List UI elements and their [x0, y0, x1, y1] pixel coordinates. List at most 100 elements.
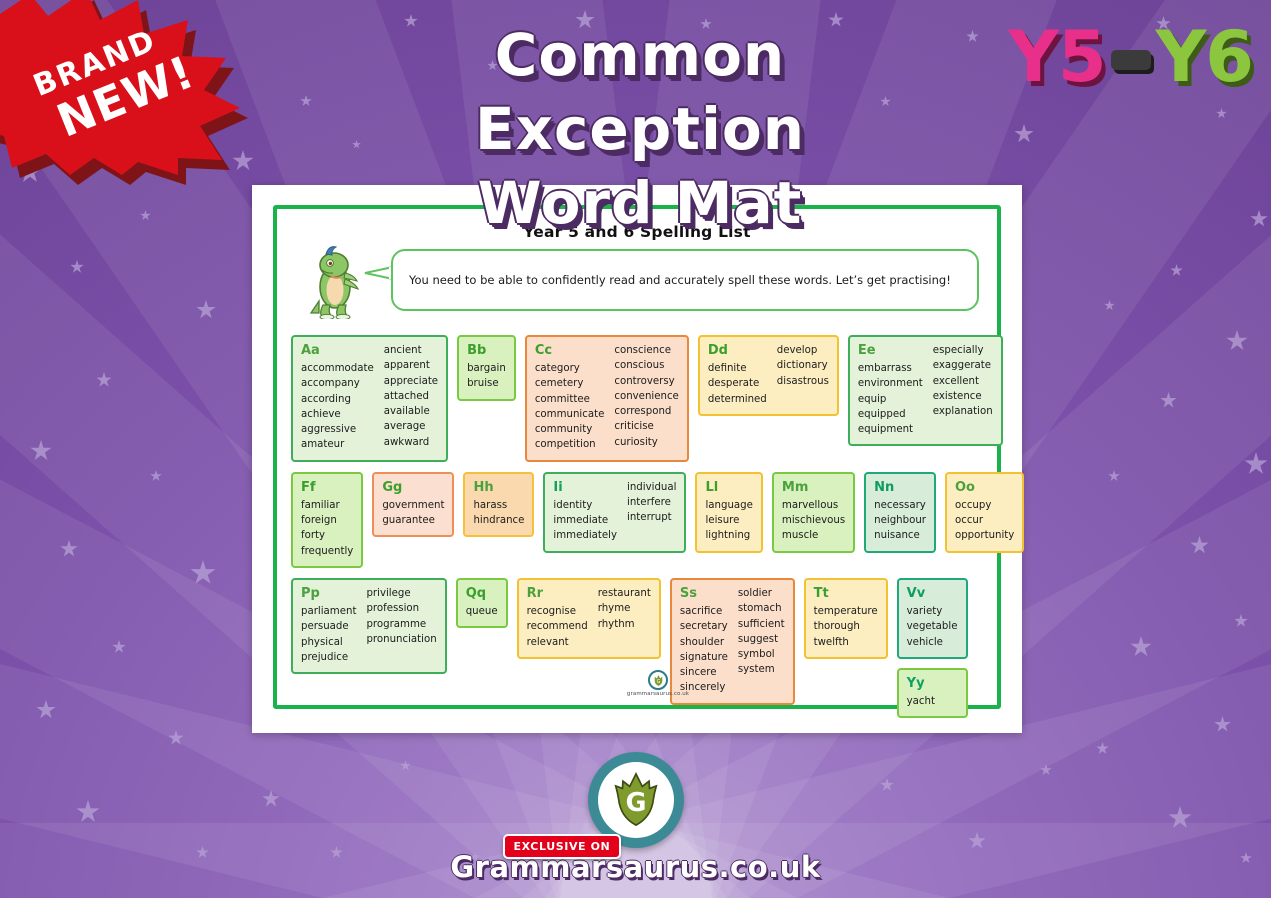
- word-item: occur: [954, 515, 984, 527]
- letter-box-hh[interactable]: Hh harass hindrance: [463, 471, 535, 538]
- brand-new-badge: BRAND NEW!: [0, 0, 248, 185]
- word-item: especially: [932, 345, 984, 356]
- word-item: community: [534, 424, 593, 436]
- letter-box-tt[interactable]: Tt temperature thorough twelfth: [803, 577, 888, 659]
- word-item: ancient: [383, 345, 422, 356]
- word-item: neighbour: [874, 515, 926, 527]
- dinosaur-mascot-icon: [309, 246, 360, 319]
- word-item: correspond: [614, 406, 672, 418]
- letter-box-ii[interactable]: Ii identity immediate immediately individual…: [543, 471, 687, 553]
- word-item: leisure: [705, 515, 740, 527]
- word-column-2: especially exaggerate excellent existence ex…: [933, 343, 993, 437]
- year-badge-left: Y5: [1008, 16, 1106, 98]
- word-item: individual: [627, 481, 677, 493]
- word-item: privilege: [366, 587, 411, 599]
- word-item: recommend: [526, 621, 588, 633]
- letter-heading: Ff: [301, 479, 316, 495]
- letter-box-aa[interactable]: Aa accommodate accompany according achieve ag…: [291, 335, 449, 462]
- grammarsaurus-logo-icon: G: [648, 670, 668, 690]
- word-item: dictionary: [776, 360, 828, 372]
- letter-heading: Cc: [534, 343, 553, 358]
- word-item: necessary: [874, 499, 926, 511]
- word-item: marvellous: [781, 499, 839, 511]
- svg-text:G: G: [625, 787, 646, 817]
- word-item: yacht: [906, 695, 935, 707]
- letter-box-ee[interactable]: Ee embarrass environment equip equipped equip…: [847, 335, 1003, 447]
- word-item: recognise: [526, 605, 577, 617]
- footer-brand-row: EXCLUSIVE ON Grammarsaurus.co.uk: [0, 834, 1271, 884]
- word-item: average: [383, 421, 426, 433]
- word-column-2: conscience conscious controversy convenienc…: [614, 343, 678, 453]
- intro-row: You need to be able to confidently read …: [295, 246, 979, 321]
- inner-watermark-text: grammarsaurus.co.uk: [626, 691, 690, 697]
- exclusive-on-badge: EXCLUSIVE ON: [502, 834, 622, 859]
- letter-box-cc[interactable]: Cc category cemetery committee communicate co…: [524, 335, 689, 462]
- word-item: nuisance: [874, 530, 920, 542]
- word-item: accompany: [301, 378, 360, 390]
- word-item: hindrance: [473, 515, 525, 527]
- word-item: bruise: [467, 378, 499, 390]
- word-item: guarantee: [382, 515, 435, 527]
- word-item: queue: [465, 605, 498, 617]
- word-item: excellent: [932, 375, 979, 387]
- word-item: physical: [301, 636, 343, 648]
- word-item: apparent: [383, 360, 430, 372]
- letter-heading: Ii: [553, 479, 563, 495]
- letter-heading: Hh: [473, 479, 494, 495]
- letter-heading: Oo: [954, 479, 975, 495]
- word-column-2: restaurant rhyme rhythm: [598, 586, 651, 650]
- letter-heading: Pp: [301, 585, 320, 601]
- word-item: curiosity: [614, 436, 658, 448]
- letter-box-rr[interactable]: Rr recognise recommend relevant restaurant rh…: [516, 577, 661, 659]
- word-item: lightning: [705, 530, 751, 542]
- word-item: forty: [301, 530, 326, 542]
- letter-box-gg[interactable]: Gg government guarantee: [372, 471, 455, 538]
- letter-box-dd[interactable]: Dd definite desperate determined develop dict…: [697, 335, 839, 416]
- logo-inner-circle: G: [597, 762, 674, 838]
- letter-box-yy[interactable]: Yy yacht: [896, 667, 968, 719]
- word-column-2: ancient apparent appreciate attached availab…: [384, 343, 438, 453]
- letter-box-qq[interactable]: Qq queue: [455, 577, 508, 629]
- speech-bubble-text: You need to be able to confidently read …: [409, 272, 951, 287]
- word-item: interrupt: [627, 512, 672, 524]
- title-line-2: Word Mat: [477, 169, 803, 237]
- speech-bubble-tail: [364, 265, 393, 281]
- word-item: twelfth: [813, 636, 849, 648]
- letter-box-ll[interactable]: Ll language leisure lightning: [695, 471, 763, 553]
- word-item: programme: [366, 618, 427, 630]
- word-item: achieve: [301, 408, 341, 420]
- word-item: explanation: [932, 406, 993, 418]
- word-item: sufficient: [737, 618, 785, 630]
- word-item: awkward: [383, 436, 430, 448]
- letter-heading: Gg: [382, 479, 403, 495]
- word-item: mischievous: [781, 515, 846, 527]
- word-item: soldier: [737, 587, 772, 599]
- letter-box-nn[interactable]: Nn necessary neighbour nuisance: [864, 471, 936, 553]
- letter-box-pp[interactable]: Pp parliament persuade physical prejudice pri…: [291, 577, 447, 675]
- letter-box-mm[interactable]: Mm marvellous mischievous muscle: [771, 471, 856, 553]
- year-group-badge: Y5 Y6: [1008, 16, 1254, 98]
- word-item: category: [534, 363, 580, 374]
- letter-box-ff[interactable]: Ff familiar foreign forty frequently: [291, 471, 364, 568]
- letter-box-bb[interactable]: Bb bargain bruise: [457, 335, 516, 401]
- letter-box-oo[interactable]: Oo occupy occur opportunity: [944, 471, 1025, 553]
- word-mat-card: Year 5 and 6 Spelling List You need to b…: [252, 185, 1025, 733]
- word-item: temperature: [813, 605, 878, 617]
- letter-heading: Mm: [781, 479, 809, 495]
- page-title: Common Exception Word Mat: [330, 18, 950, 240]
- word-item: opportunity: [954, 530, 1015, 542]
- letter-box-vv[interactable]: Vv variety vegetable vehicle: [896, 577, 968, 659]
- letter-row: Aa accommodate accompany according achieve ag…: [291, 335, 1003, 462]
- word-item: familiar: [301, 499, 340, 511]
- dino-head-g-icon: G: [613, 772, 658, 827]
- speech-bubble: You need to be able to confidently read …: [391, 249, 979, 311]
- letter-grid: Aa accommodate accompany according achieve ag…: [291, 335, 1025, 719]
- letter-row: Ff familiar foreign forty frequently Gg govern…: [291, 471, 1025, 568]
- year-badge-dash-icon: [1110, 50, 1151, 70]
- word-item: relevant: [526, 636, 569, 648]
- letter-heading: Yy: [906, 675, 925, 691]
- word-item: exaggerate: [932, 360, 992, 372]
- title-line-1: Common Exception: [474, 21, 805, 163]
- word-item: conscious: [614, 360, 665, 372]
- word-item: equip: [857, 393, 887, 405]
